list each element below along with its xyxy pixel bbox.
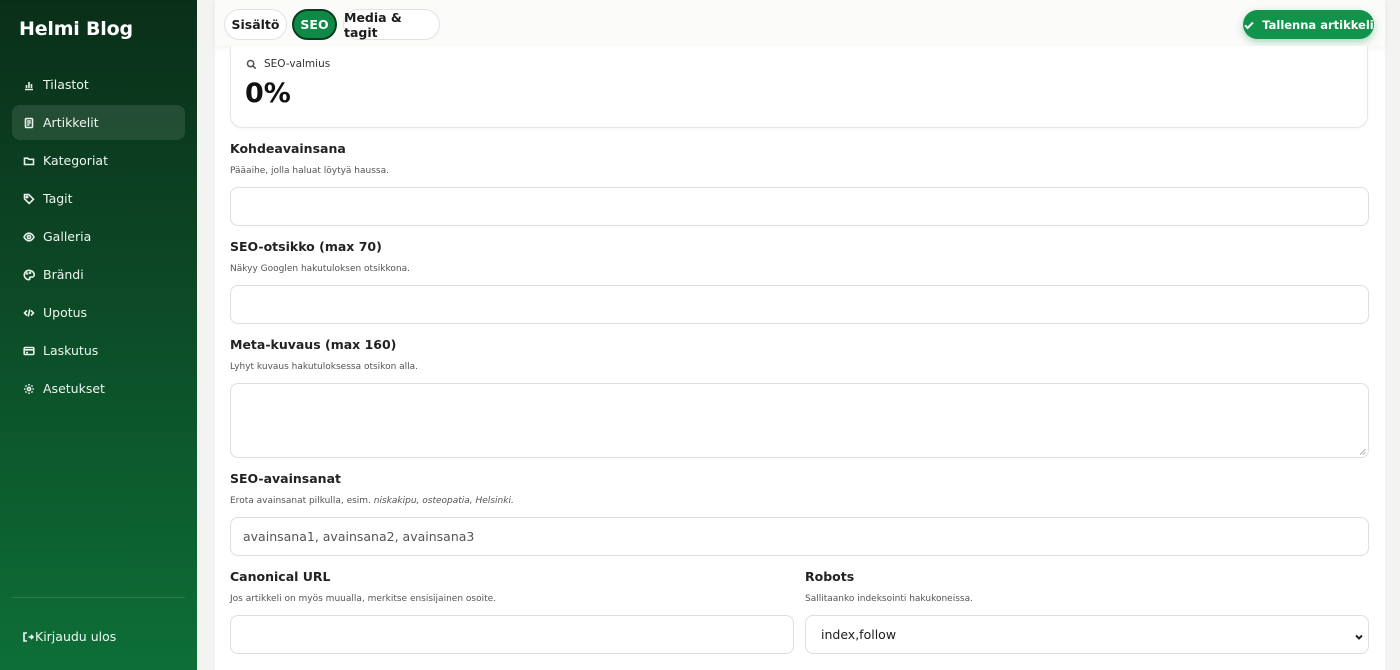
robots-label: Robots [805, 569, 855, 584]
sidebar-item-laskutus[interactable]: Laskutus [12, 333, 185, 368]
canonical-url-help: Jos artikkeli on myös muualla, merkitse … [230, 594, 497, 604]
folder-icon [23, 155, 35, 167]
sidebar-item-label: Tilastot [43, 77, 89, 92]
seo-readiness-label: SEO-valmius [246, 58, 330, 70]
brand-title: Helmi Blog [19, 18, 133, 40]
tab-sisalto[interactable]: Sisältö [224, 9, 287, 40]
robots-select[interactable]: index,follow [805, 615, 1369, 654]
sidebar-item-label: Asetukset [43, 381, 105, 396]
logout-button[interactable]: Kirjaudu ulos [22, 629, 116, 644]
sidebar-divider [12, 597, 185, 598]
keyword-label: Kohdeavainsana [230, 141, 346, 156]
seo-title-label: SEO-otsikko (max 70) [230, 239, 382, 254]
canonical-url-input[interactable] [230, 615, 794, 654]
tab-seo[interactable]: SEO [292, 9, 337, 40]
sidebar-item-label: Kategoriat [43, 153, 108, 168]
resize-grip-icon[interactable] [1359, 448, 1366, 455]
sidebar-item-label: Laskutus [43, 343, 99, 358]
sidebar-item-asetukset[interactable]: Asetukset [12, 371, 185, 406]
main-content: Sisältö SEO Media & tagit Tallenna artik… [215, 0, 1385, 670]
seo-readiness-label-text: SEO-valmius [264, 58, 331, 70]
chevron-down-icon [1354, 630, 1364, 640]
sidebar-item-label: Galleria [43, 229, 92, 244]
sidebar: Helmi Blog Tilastot Artikkelit Kategoria… [0, 0, 197, 670]
sidebar-item-kategoriat[interactable]: Kategoriat [12, 143, 185, 178]
seo-keywords-help-text: Erota avainsanat pilkulla, esim. [230, 496, 371, 506]
credit-card-icon [23, 345, 35, 357]
keyword-help: Pääaihe, jolla haluat löytyä haussa. [230, 166, 389, 176]
sidebar-item-tilastot[interactable]: Tilastot [12, 67, 185, 102]
document-icon [23, 117, 35, 129]
sidebar-nav: Tilastot Artikkelit Kategoriat Tagit Gal… [12, 67, 185, 409]
tab-media-tagit[interactable]: Media & tagit [343, 9, 440, 40]
sidebar-item-label: Artikkelit [43, 115, 99, 130]
editor-topbar: Sisältö SEO Media & tagit Tallenna artik… [215, 0, 1385, 46]
sidebar-item-artikkelit[interactable]: Artikkelit [12, 105, 185, 140]
tag-icon [23, 193, 35, 205]
eye-icon [23, 231, 35, 243]
seo-keywords-help: Erota avainsanat pilkulla, esim. niskaki… [230, 496, 514, 506]
keyword-input[interactable] [230, 187, 1369, 226]
bar-chart-icon [23, 79, 35, 91]
seo-keywords-input[interactable]: avainsana1, avainsana2, avainsana3 [230, 517, 1369, 556]
palette-icon [23, 268, 35, 281]
gear-icon [23, 383, 35, 395]
seo-title-input[interactable] [230, 285, 1369, 324]
seo-keywords-help-example: niskakipu, osteopatia, Helsinki. [373, 496, 514, 506]
sidebar-item-label: Tagit [43, 191, 73, 206]
sidebar-item-upotus[interactable]: Upotus [12, 295, 185, 330]
sidebar-item-brandi[interactable]: Brändi [12, 257, 185, 292]
save-button-label: Tallenna artikkeli [1262, 17, 1374, 32]
robots-select-value: index,follow [821, 627, 897, 642]
check-icon [1244, 21, 1254, 29]
robots-help: Sallitaanko indeksointi hakukoneissa. [805, 594, 973, 604]
logout-label: Kirjaudu ulos [35, 629, 117, 644]
seo-keywords-label: SEO-avainsanat [230, 471, 341, 486]
seo-title-help: Näkyy Googlen hakutuloksen otsikkona. [230, 264, 410, 274]
search-icon [246, 59, 257, 69]
sidebar-item-label: Upotus [43, 305, 88, 320]
code-icon [23, 307, 35, 319]
meta-description-help: Lyhyt kuvaus hakutuloksessa otsikon alla… [230, 362, 419, 372]
meta-description-textarea[interactable] [230, 383, 1369, 458]
seo-readiness-card: SEO-valmius 0% [230, 46, 1368, 128]
seo-readiness-value: 0% [245, 78, 291, 109]
sidebar-item-label: Brändi [43, 267, 84, 282]
logout-icon [23, 631, 34, 642]
sidebar-item-tagit[interactable]: Tagit [12, 181, 185, 216]
meta-description-label: Meta-kuvaus (max 160) [230, 337, 397, 352]
canonical-url-label: Canonical URL [230, 569, 331, 584]
save-article-button[interactable]: Tallenna artikkeli [1243, 10, 1374, 39]
sidebar-item-galleria[interactable]: Galleria [12, 219, 185, 254]
